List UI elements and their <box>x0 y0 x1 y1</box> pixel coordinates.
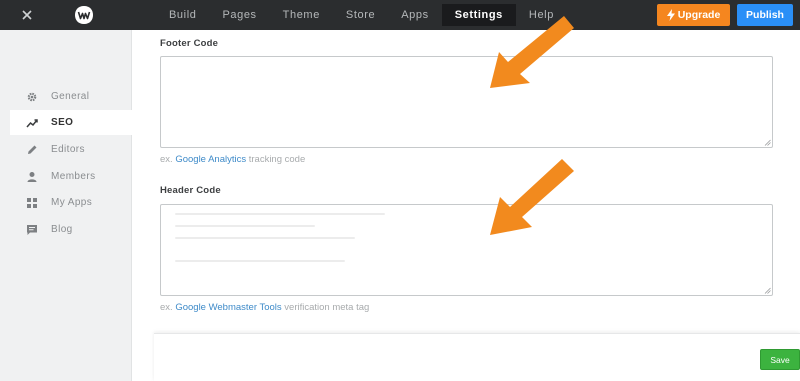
blurred-code-line <box>175 213 385 215</box>
settings-sidebar: General SEO Editors Members My Apps Blog <box>0 30 132 381</box>
blurred-code-line <box>175 260 345 262</box>
save-footer: Save <box>154 333 800 381</box>
sidebar-item-label: Members <box>51 171 96 182</box>
hint-suffix: verification meta tag <box>284 302 370 313</box>
blurred-code-line <box>175 225 315 227</box>
sidebar-item-editors[interactable]: Editors <box>10 137 132 162</box>
nav-build[interactable]: Build <box>156 4 209 26</box>
top-bar: Build Pages Theme Store Apps Settings He… <box>0 0 800 30</box>
footer-code-textarea[interactable] <box>160 56 773 148</box>
apps-grid-icon <box>26 197 38 209</box>
sidebar-item-label: My Apps <box>51 197 93 208</box>
sidebar-item-my-apps[interactable]: My Apps <box>10 190 132 215</box>
footer-code-label: Footer Code <box>160 38 219 49</box>
sidebar-item-blog[interactable]: Blog <box>10 217 132 242</box>
upgrade-button[interactable]: Upgrade <box>657 4 730 26</box>
resize-handle-icon[interactable] <box>764 139 771 146</box>
sidebar-item-seo[interactable]: SEO <box>10 110 132 135</box>
save-button[interactable]: Save <box>760 349 800 370</box>
hint-prefix: ex. <box>160 302 173 313</box>
upgrade-label: Upgrade <box>677 9 721 21</box>
sidebar-item-label: Blog <box>51 224 73 235</box>
resize-handle-icon[interactable] <box>764 287 771 294</box>
annotation-arrow-icon <box>490 16 574 88</box>
close-icon[interactable] <box>19 7 35 23</box>
google-analytics-link[interactable]: Google Analytics <box>175 154 246 165</box>
trending-up-icon <box>26 117 38 129</box>
hint-suffix: tracking code <box>248 154 306 165</box>
sidebar-item-members[interactable]: Members <box>10 164 132 189</box>
sidebar-item-label: SEO <box>51 117 74 128</box>
blurred-code-line <box>175 237 355 239</box>
footer-code-hint: ex. Google Analytics tracking code <box>160 154 305 165</box>
gear-icon <box>26 91 38 103</box>
header-code-textarea[interactable] <box>160 204 773 296</box>
nav-theme[interactable]: Theme <box>270 4 333 26</box>
sidebar-item-label: General <box>51 91 90 102</box>
sidebar-item-general[interactable]: General <box>10 84 132 109</box>
lightning-icon <box>666 9 675 21</box>
comment-icon <box>26 224 38 236</box>
seo-settings-panel: Footer Code ex. Google Analytics trackin… <box>133 30 800 381</box>
person-icon <box>26 171 38 183</box>
hint-prefix: ex. <box>160 154 173 165</box>
nav-pages[interactable]: Pages <box>209 4 269 26</box>
header-code-hint: ex. Google Webmaster Tools verification … <box>160 302 369 313</box>
google-webmaster-tools-link[interactable]: Google Webmaster Tools <box>175 302 281 313</box>
nav-store[interactable]: Store <box>333 4 388 26</box>
pencil-icon <box>26 144 38 156</box>
weebly-logo-icon[interactable] <box>73 5 95 25</box>
nav-apps[interactable]: Apps <box>388 4 441 26</box>
header-code-label: Header Code <box>160 185 221 196</box>
sidebar-item-label: Editors <box>51 144 85 155</box>
annotation-arrow-icon <box>490 159 574 235</box>
publish-button[interactable]: Publish <box>737 4 793 26</box>
